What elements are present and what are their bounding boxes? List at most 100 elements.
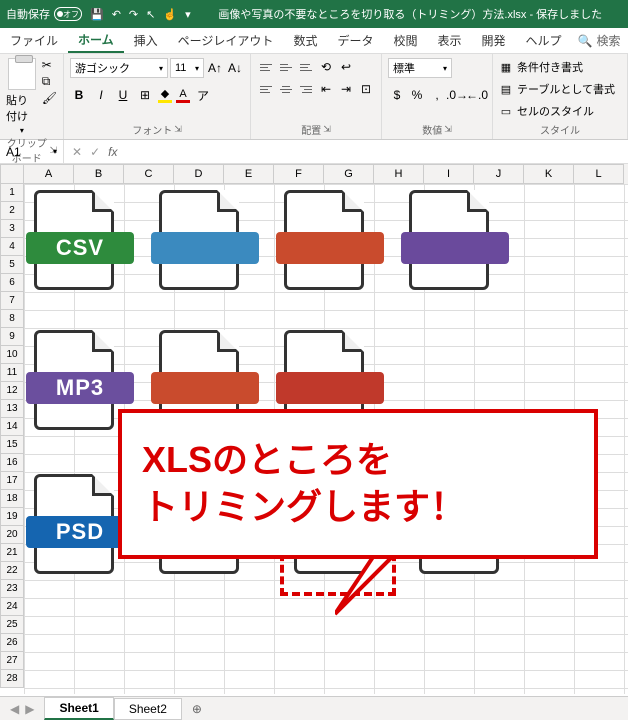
- worksheet-grid[interactable]: A B C D E F G H I J K L 1 2 3 4 5 6 7 8 …: [0, 164, 628, 694]
- tab-data[interactable]: データ: [327, 28, 383, 53]
- row-header[interactable]: 9: [0, 328, 24, 346]
- row-header[interactable]: 22: [0, 562, 24, 580]
- align-left-icon[interactable]: [257, 80, 275, 98]
- italic-button[interactable]: I: [92, 86, 110, 104]
- sheet-tab-1[interactable]: Sheet1: [44, 697, 113, 720]
- column-header[interactable]: B: [74, 164, 124, 184]
- column-header[interactable]: A: [24, 164, 74, 184]
- name-box[interactable]: A1▾: [0, 140, 64, 163]
- search-box[interactable]: 🔍 検索: [578, 32, 621, 49]
- row-header[interactable]: 19: [0, 508, 24, 526]
- row-header[interactable]: 20: [0, 526, 24, 544]
- select-all-corner[interactable]: [0, 164, 24, 184]
- column-header[interactable]: D: [174, 164, 224, 184]
- row-header[interactable]: 15: [0, 436, 24, 454]
- row-header[interactable]: 5: [0, 256, 24, 274]
- indent-decrease-icon[interactable]: ⇤: [317, 80, 335, 98]
- increase-font-icon[interactable]: A↑: [206, 59, 224, 77]
- row-header[interactable]: 11: [0, 364, 24, 382]
- touch-mode-icon[interactable]: ☝: [163, 8, 177, 21]
- column-header[interactable]: E: [224, 164, 274, 184]
- redo-icon[interactable]: ↷: [129, 8, 138, 21]
- row-header[interactable]: 6: [0, 274, 24, 292]
- font-size-select[interactable]: 11▾: [170, 58, 204, 78]
- row-header[interactable]: 4: [0, 238, 24, 256]
- save-icon[interactable]: 💾: [90, 8, 104, 21]
- row-header[interactable]: 23: [0, 580, 24, 598]
- dialog-launcher-icon[interactable]: ⇲: [174, 124, 182, 135]
- orientation-icon[interactable]: ⟲: [317, 58, 335, 76]
- decrease-font-icon[interactable]: A↓: [226, 59, 244, 77]
- sheet-nav-next-icon[interactable]: ▶: [25, 702, 34, 716]
- conditional-formatting-button[interactable]: ▦条件付き書式: [499, 58, 583, 76]
- column-header[interactable]: C: [124, 164, 174, 184]
- row-header[interactable]: 12: [0, 382, 24, 400]
- align-right-icon[interactable]: [297, 80, 315, 98]
- font-name-select[interactable]: 游ゴシック▾: [70, 58, 168, 78]
- column-header[interactable]: L: [574, 164, 624, 184]
- sheet-tab-2[interactable]: Sheet2: [114, 698, 182, 720]
- font-color-button[interactable]: A: [176, 88, 190, 103]
- add-sheet-button[interactable]: ⊕: [182, 702, 212, 716]
- row-header[interactable]: 27: [0, 652, 24, 670]
- dialog-launcher-icon[interactable]: ⇲: [444, 124, 452, 135]
- row-header[interactable]: 16: [0, 454, 24, 472]
- tab-view[interactable]: 表示: [427, 28, 471, 53]
- format-as-table-button[interactable]: ▤テーブルとして書式: [499, 80, 615, 98]
- dialog-launcher-icon[interactable]: ⇲: [323, 124, 331, 135]
- copy-icon[interactable]: ⧉: [42, 74, 57, 89]
- paste-button[interactable]: 貼り付け ▾: [6, 58, 38, 135]
- tab-help[interactable]: ヘルプ: [516, 28, 572, 53]
- fill-color-button[interactable]: ◆: [158, 87, 172, 103]
- row-header[interactable]: 28: [0, 670, 24, 688]
- indent-increase-icon[interactable]: ⇥: [337, 80, 355, 98]
- column-header[interactable]: J: [474, 164, 524, 184]
- align-top-icon[interactable]: [257, 58, 275, 76]
- column-header[interactable]: H: [374, 164, 424, 184]
- autosave-switch[interactable]: オフ: [54, 7, 82, 21]
- row-header[interactable]: 8: [0, 310, 24, 328]
- align-bottom-icon[interactable]: [297, 58, 315, 76]
- tab-file[interactable]: ファイル: [0, 28, 68, 53]
- sheet-nav-prev-icon[interactable]: ◀: [10, 702, 19, 716]
- merge-cells-icon[interactable]: ⊡: [357, 80, 375, 98]
- row-header[interactable]: 17: [0, 472, 24, 490]
- format-painter-icon[interactable]: 🖌: [42, 91, 57, 105]
- pointer-icon[interactable]: ↖: [146, 8, 155, 21]
- row-header[interactable]: 13: [0, 400, 24, 418]
- row-header[interactable]: 10: [0, 346, 24, 364]
- row-header[interactable]: 2: [0, 202, 24, 220]
- row-header[interactable]: 14: [0, 418, 24, 436]
- enter-formula-icon[interactable]: ✓: [90, 145, 100, 159]
- number-format-select[interactable]: 標準▾: [388, 58, 452, 78]
- undo-icon[interactable]: ↶: [112, 8, 121, 21]
- row-header[interactable]: 18: [0, 490, 24, 508]
- tab-insert[interactable]: 挿入: [124, 28, 168, 53]
- autosave-toggle[interactable]: 自動保存 オフ: [6, 6, 82, 22]
- underline-button[interactable]: U: [114, 86, 132, 104]
- row-header[interactable]: 1: [0, 184, 24, 202]
- column-header[interactable]: I: [424, 164, 474, 184]
- align-center-icon[interactable]: [277, 80, 295, 98]
- row-header[interactable]: 3: [0, 220, 24, 238]
- tab-home[interactable]: ホーム: [68, 28, 124, 53]
- tab-formulas[interactable]: 数式: [283, 28, 327, 53]
- cut-icon[interactable]: ✂: [42, 58, 57, 72]
- comma-icon[interactable]: ,: [428, 86, 446, 104]
- decrease-decimal-icon[interactable]: ←.0: [468, 86, 486, 104]
- qat-more-icon[interactable]: ▾: [185, 8, 191, 21]
- row-header[interactable]: 26: [0, 634, 24, 652]
- tab-page-layout[interactable]: ページレイアウト: [168, 28, 284, 53]
- increase-decimal-icon[interactable]: .0→: [448, 86, 466, 104]
- tab-review[interactable]: 校閲: [383, 28, 427, 53]
- phonetic-button[interactable]: ア: [194, 86, 212, 104]
- tab-developer[interactable]: 開発: [472, 28, 516, 53]
- cell-styles-button[interactable]: ▭セルのスタイル: [499, 102, 594, 120]
- cancel-formula-icon[interactable]: ✕: [72, 145, 82, 159]
- align-middle-icon[interactable]: [277, 58, 295, 76]
- percent-icon[interactable]: %: [408, 86, 426, 104]
- fx-icon[interactable]: fx: [108, 145, 117, 159]
- column-header[interactable]: K: [524, 164, 574, 184]
- row-header[interactable]: 21: [0, 544, 24, 562]
- row-header[interactable]: 25: [0, 616, 24, 634]
